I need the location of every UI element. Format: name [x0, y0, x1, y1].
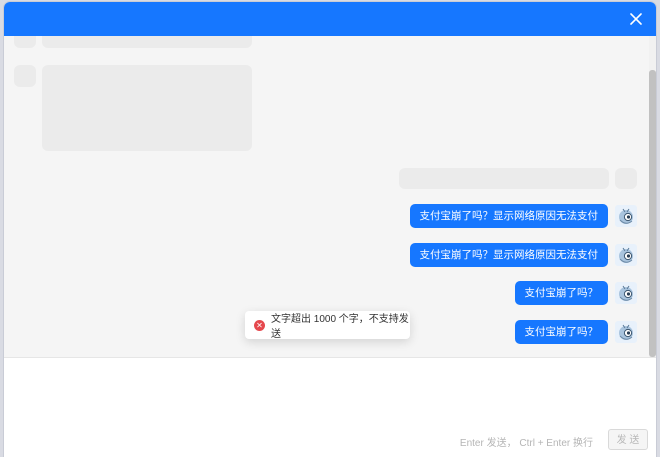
message-row: 支付宝崩了吗？ [514, 279, 637, 307]
message-row: 支付宝崩了吗？显示网络原因无法支付 [409, 202, 637, 230]
title-bar [4, 2, 656, 36]
avatar [615, 205, 637, 227]
avatar [615, 282, 637, 304]
message-row: 支付宝崩了吗？显示网络原因无法支付 [409, 241, 637, 269]
scrollbar-thumb[interactable] [649, 70, 656, 357]
skeleton-message [42, 36, 252, 48]
send-button[interactable]: 发 送 [608, 429, 648, 450]
robot-avatar-icon [619, 247, 633, 263]
skeleton-message [42, 65, 252, 151]
avatar [615, 321, 637, 343]
message-bubble[interactable]: 支付宝崩了吗？ [514, 281, 608, 305]
error-icon: ✕ [254, 319, 265, 331]
scrollbar[interactable] [649, 36, 656, 357]
input-hint: Enter 发送， Ctrl + Enter 换行 [459, 438, 593, 449]
message-bubble[interactable]: 支付宝崩了吗？ [514, 320, 608, 344]
close-button[interactable] [624, 7, 648, 31]
skeleton-avatar [14, 36, 36, 48]
message-input[interactable]: Enter 发送， Ctrl + Enter 换行 发 送 [4, 358, 656, 457]
robot-avatar-icon [619, 208, 633, 224]
skeleton-avatar [615, 168, 637, 189]
robot-avatar-icon [619, 285, 633, 301]
toast-message: 文字超出 1000 个字，不支持发送 [271, 314, 409, 340]
chat-window: 支付宝崩了吗？显示网络原因无法支付 支付宝崩了吗？显示网络原因无法支付 支付宝崩… [4, 2, 656, 457]
robot-avatar-icon [619, 324, 633, 340]
message-bubble[interactable]: 支付宝崩了吗？显示网络原因无法支付 [409, 204, 608, 228]
avatar [615, 244, 637, 266]
error-toast: ✕ 文字超出 1000 个字，不支持发送 [245, 311, 410, 340]
skeleton-avatar [14, 65, 36, 87]
message-bubble[interactable]: 支付宝崩了吗？显示网络原因无法支付 [409, 243, 608, 267]
skeleton-message [399, 168, 609, 189]
message-row: 支付宝崩了吗？ [514, 318, 637, 346]
close-icon [630, 13, 642, 25]
